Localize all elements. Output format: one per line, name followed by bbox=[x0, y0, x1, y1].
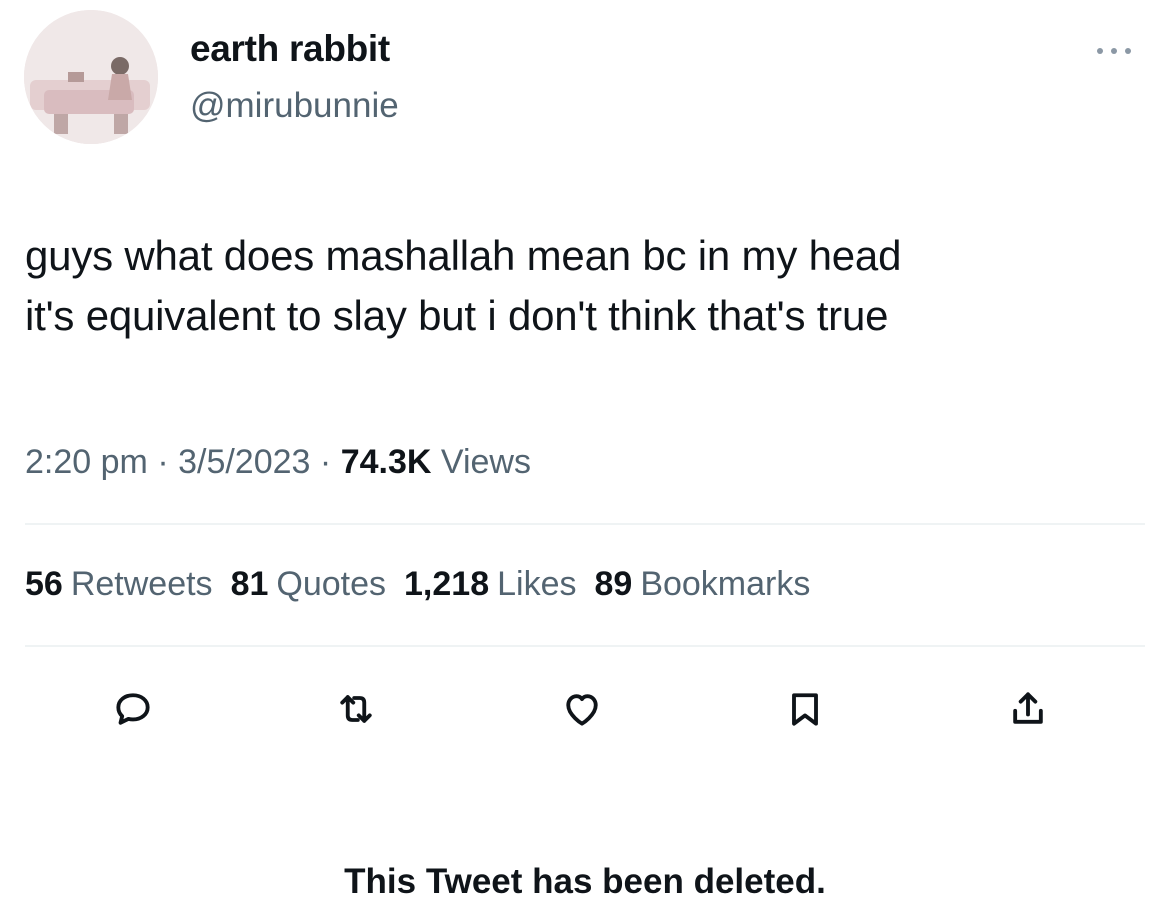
stat-label: Likes bbox=[497, 565, 577, 603]
stat-label: Retweets bbox=[70, 565, 213, 603]
stat-count: 89 bbox=[594, 565, 633, 603]
tweet-text-line: it's equivalent to slay but i don't thin… bbox=[25, 292, 889, 339]
stat-count: 1,218 bbox=[404, 565, 490, 603]
views-count: 74.3K bbox=[340, 443, 432, 481]
deleted-notice: This Tweet has been deleted. bbox=[344, 862, 826, 901]
stat-label: Bookmarks bbox=[640, 565, 811, 603]
like-icon bbox=[566, 694, 598, 726]
stat-label: Quotes bbox=[276, 565, 387, 603]
divider bbox=[25, 645, 1145, 647]
share-icon bbox=[1013, 692, 1043, 724]
tweet-text: guys what does mashallah mean bc in my h… bbox=[25, 226, 1145, 346]
likes-stat[interactable]: 1,218 Likes bbox=[404, 565, 576, 604]
avatar-image bbox=[24, 10, 158, 144]
stat-count: 81 bbox=[230, 565, 269, 603]
bookmarks-stat[interactable]: 89 Bookmarks bbox=[594, 565, 810, 604]
stat-count: 56 bbox=[25, 565, 63, 603]
retweet-icon bbox=[340, 695, 372, 723]
meta-separator: · bbox=[157, 443, 169, 481]
more-options-button[interactable] bbox=[1084, 36, 1144, 66]
reply-button[interactable] bbox=[108, 684, 158, 734]
quotes-stat[interactable]: 81 Quotes bbox=[231, 565, 386, 604]
retweets-stat[interactable]: 56 Retweets bbox=[25, 565, 213, 604]
more-dots-icon bbox=[1097, 48, 1131, 54]
divider bbox=[25, 523, 1145, 525]
share-button[interactable] bbox=[1003, 684, 1053, 734]
retweet-button[interactable] bbox=[331, 684, 381, 734]
author-display-name[interactable]: earth rabbit bbox=[190, 28, 390, 70]
author-handle[interactable]: @mirubunnie bbox=[190, 86, 399, 126]
views-label: Views bbox=[440, 443, 531, 481]
tweet-stats: 56 Retweets 81 Quotes 1,218 Likes 89 Bookmar… bbox=[25, 565, 810, 604]
reply-icon bbox=[116, 693, 150, 725]
avatar[interactable] bbox=[24, 10, 158, 144]
tweet-date[interactable]: 3/5/2023 bbox=[178, 443, 310, 481]
bookmark-button[interactable] bbox=[780, 684, 830, 734]
tweet-time[interactable]: 2:20 pm bbox=[25, 443, 148, 481]
meta-separator: · bbox=[319, 443, 332, 481]
tweet-meta: 2:20 pm · 3/5/2023 · 74.3K Views bbox=[25, 443, 531, 482]
tweet-text-line: guys what does mashallah mean bc in my h… bbox=[25, 232, 902, 279]
bookmark-icon bbox=[792, 693, 818, 726]
like-button[interactable] bbox=[557, 684, 607, 734]
